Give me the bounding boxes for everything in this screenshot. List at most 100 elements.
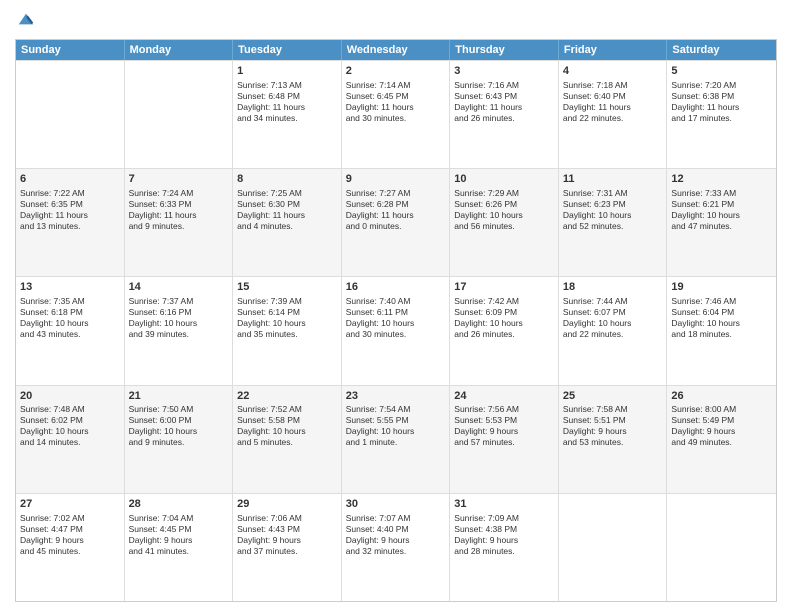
calendar-cell: 18Sunrise: 7:44 AM Sunset: 6:07 PM Dayli… <box>559 277 668 384</box>
logo-text <box>15 10 35 33</box>
day-number: 30 <box>346 497 446 512</box>
cell-detail: Sunrise: 7:58 AM Sunset: 5:51 PM Dayligh… <box>563 404 663 448</box>
cell-detail: Sunrise: 7:13 AM Sunset: 6:48 PM Dayligh… <box>237 80 337 124</box>
calendar-cell: 7Sunrise: 7:24 AM Sunset: 6:33 PM Daylig… <box>125 169 234 276</box>
day-number: 3 <box>454 64 554 79</box>
calendar-cell <box>559 494 668 601</box>
day-number: 27 <box>20 497 120 512</box>
calendar-cell: 3Sunrise: 7:16 AM Sunset: 6:43 PM Daylig… <box>450 61 559 168</box>
cell-detail: Sunrise: 7:33 AM Sunset: 6:21 PM Dayligh… <box>671 188 772 232</box>
calendar-cell: 16Sunrise: 7:40 AM Sunset: 6:11 PM Dayli… <box>342 277 451 384</box>
calendar-cell: 25Sunrise: 7:58 AM Sunset: 5:51 PM Dayli… <box>559 386 668 493</box>
calendar-cell: 10Sunrise: 7:29 AM Sunset: 6:26 PM Dayli… <box>450 169 559 276</box>
calendar-cell: 2Sunrise: 7:14 AM Sunset: 6:45 PM Daylig… <box>342 61 451 168</box>
calendar-cell: 17Sunrise: 7:42 AM Sunset: 6:09 PM Dayli… <box>450 277 559 384</box>
cell-detail: Sunrise: 7:31 AM Sunset: 6:23 PM Dayligh… <box>563 188 663 232</box>
calendar-cell: 31Sunrise: 7:09 AM Sunset: 4:38 PM Dayli… <box>450 494 559 601</box>
calendar-cell: 23Sunrise: 7:54 AM Sunset: 5:55 PM Dayli… <box>342 386 451 493</box>
cell-detail: Sunrise: 7:07 AM Sunset: 4:40 PM Dayligh… <box>346 513 446 557</box>
cell-detail: Sunrise: 7:29 AM Sunset: 6:26 PM Dayligh… <box>454 188 554 232</box>
calendar-cell <box>125 61 234 168</box>
header <box>15 10 777 33</box>
cell-detail: Sunrise: 7:48 AM Sunset: 6:02 PM Dayligh… <box>20 404 120 448</box>
day-number: 12 <box>671 172 772 187</box>
logo <box>15 10 35 33</box>
day-number: 24 <box>454 389 554 404</box>
day-number: 19 <box>671 280 772 295</box>
day-header-sunday: Sunday <box>16 40 125 60</box>
calendar-cell: 24Sunrise: 7:56 AM Sunset: 5:53 PM Dayli… <box>450 386 559 493</box>
day-number: 9 <box>346 172 446 187</box>
calendar-row-1: 1Sunrise: 7:13 AM Sunset: 6:48 PM Daylig… <box>16 60 776 168</box>
calendar-cell: 29Sunrise: 7:06 AM Sunset: 4:43 PM Dayli… <box>233 494 342 601</box>
day-header-friday: Friday <box>559 40 668 60</box>
calendar-cell <box>16 61 125 168</box>
calendar-cell: 11Sunrise: 7:31 AM Sunset: 6:23 PM Dayli… <box>559 169 668 276</box>
day-number: 7 <box>129 172 229 187</box>
calendar-cell <box>667 494 776 601</box>
day-number: 4 <box>563 64 663 79</box>
day-number: 17 <box>454 280 554 295</box>
day-header-thursday: Thursday <box>450 40 559 60</box>
cell-detail: Sunrise: 7:52 AM Sunset: 5:58 PM Dayligh… <box>237 404 337 448</box>
calendar-cell: 30Sunrise: 7:07 AM Sunset: 4:40 PM Dayli… <box>342 494 451 601</box>
cell-detail: Sunrise: 7:04 AM Sunset: 4:45 PM Dayligh… <box>129 513 229 557</box>
logo-icon <box>17 10 35 28</box>
calendar-cell: 12Sunrise: 7:33 AM Sunset: 6:21 PM Dayli… <box>667 169 776 276</box>
cell-detail: Sunrise: 7:14 AM Sunset: 6:45 PM Dayligh… <box>346 80 446 124</box>
day-header-wednesday: Wednesday <box>342 40 451 60</box>
calendar-row-2: 6Sunrise: 7:22 AM Sunset: 6:35 PM Daylig… <box>16 168 776 276</box>
cell-detail: Sunrise: 7:46 AM Sunset: 6:04 PM Dayligh… <box>671 296 772 340</box>
calendar: SundayMondayTuesdayWednesdayThursdayFrid… <box>15 39 777 602</box>
calendar-cell: 14Sunrise: 7:37 AM Sunset: 6:16 PM Dayli… <box>125 277 234 384</box>
day-header-saturday: Saturday <box>667 40 776 60</box>
cell-detail: Sunrise: 7:54 AM Sunset: 5:55 PM Dayligh… <box>346 404 446 448</box>
calendar-cell: 21Sunrise: 7:50 AM Sunset: 6:00 PM Dayli… <box>125 386 234 493</box>
calendar-cell: 26Sunrise: 8:00 AM Sunset: 5:49 PM Dayli… <box>667 386 776 493</box>
calendar-cell: 5Sunrise: 7:20 AM Sunset: 6:38 PM Daylig… <box>667 61 776 168</box>
cell-detail: Sunrise: 7:09 AM Sunset: 4:38 PM Dayligh… <box>454 513 554 557</box>
cell-detail: Sunrise: 8:00 AM Sunset: 5:49 PM Dayligh… <box>671 404 772 448</box>
calendar-cell: 4Sunrise: 7:18 AM Sunset: 6:40 PM Daylig… <box>559 61 668 168</box>
day-number: 31 <box>454 497 554 512</box>
day-number: 5 <box>671 64 772 79</box>
calendar-cell: 20Sunrise: 7:48 AM Sunset: 6:02 PM Dayli… <box>16 386 125 493</box>
calendar-cell: 13Sunrise: 7:35 AM Sunset: 6:18 PM Dayli… <box>16 277 125 384</box>
cell-detail: Sunrise: 7:22 AM Sunset: 6:35 PM Dayligh… <box>20 188 120 232</box>
calendar-row-4: 20Sunrise: 7:48 AM Sunset: 6:02 PM Dayli… <box>16 385 776 493</box>
day-header-monday: Monday <box>125 40 234 60</box>
cell-detail: Sunrise: 7:35 AM Sunset: 6:18 PM Dayligh… <box>20 296 120 340</box>
cell-detail: Sunrise: 7:20 AM Sunset: 6:38 PM Dayligh… <box>671 80 772 124</box>
day-number: 13 <box>20 280 120 295</box>
day-number: 6 <box>20 172 120 187</box>
calendar-header: SundayMondayTuesdayWednesdayThursdayFrid… <box>16 40 776 60</box>
day-number: 18 <box>563 280 663 295</box>
day-header-tuesday: Tuesday <box>233 40 342 60</box>
day-number: 25 <box>563 389 663 404</box>
cell-detail: Sunrise: 7:25 AM Sunset: 6:30 PM Dayligh… <box>237 188 337 232</box>
cell-detail: Sunrise: 7:06 AM Sunset: 4:43 PM Dayligh… <box>237 513 337 557</box>
cell-detail: Sunrise: 7:42 AM Sunset: 6:09 PM Dayligh… <box>454 296 554 340</box>
day-number: 11 <box>563 172 663 187</box>
cell-detail: Sunrise: 7:50 AM Sunset: 6:00 PM Dayligh… <box>129 404 229 448</box>
cell-detail: Sunrise: 7:16 AM Sunset: 6:43 PM Dayligh… <box>454 80 554 124</box>
day-number: 26 <box>671 389 772 404</box>
calendar-cell: 1Sunrise: 7:13 AM Sunset: 6:48 PM Daylig… <box>233 61 342 168</box>
calendar-cell: 22Sunrise: 7:52 AM Sunset: 5:58 PM Dayli… <box>233 386 342 493</box>
day-number: 23 <box>346 389 446 404</box>
day-number: 14 <box>129 280 229 295</box>
cell-detail: Sunrise: 7:44 AM Sunset: 6:07 PM Dayligh… <box>563 296 663 340</box>
calendar-cell: 8Sunrise: 7:25 AM Sunset: 6:30 PM Daylig… <box>233 169 342 276</box>
calendar-row-5: 27Sunrise: 7:02 AM Sunset: 4:47 PM Dayli… <box>16 493 776 601</box>
day-number: 2 <box>346 64 446 79</box>
day-number: 21 <box>129 389 229 404</box>
day-number: 16 <box>346 280 446 295</box>
cell-detail: Sunrise: 7:37 AM Sunset: 6:16 PM Dayligh… <box>129 296 229 340</box>
calendar-cell: 28Sunrise: 7:04 AM Sunset: 4:45 PM Dayli… <box>125 494 234 601</box>
cell-detail: Sunrise: 7:24 AM Sunset: 6:33 PM Dayligh… <box>129 188 229 232</box>
cell-detail: Sunrise: 7:27 AM Sunset: 6:28 PM Dayligh… <box>346 188 446 232</box>
calendar-cell: 15Sunrise: 7:39 AM Sunset: 6:14 PM Dayli… <box>233 277 342 384</box>
day-number: 20 <box>20 389 120 404</box>
calendar-body: 1Sunrise: 7:13 AM Sunset: 6:48 PM Daylig… <box>16 60 776 601</box>
day-number: 15 <box>237 280 337 295</box>
